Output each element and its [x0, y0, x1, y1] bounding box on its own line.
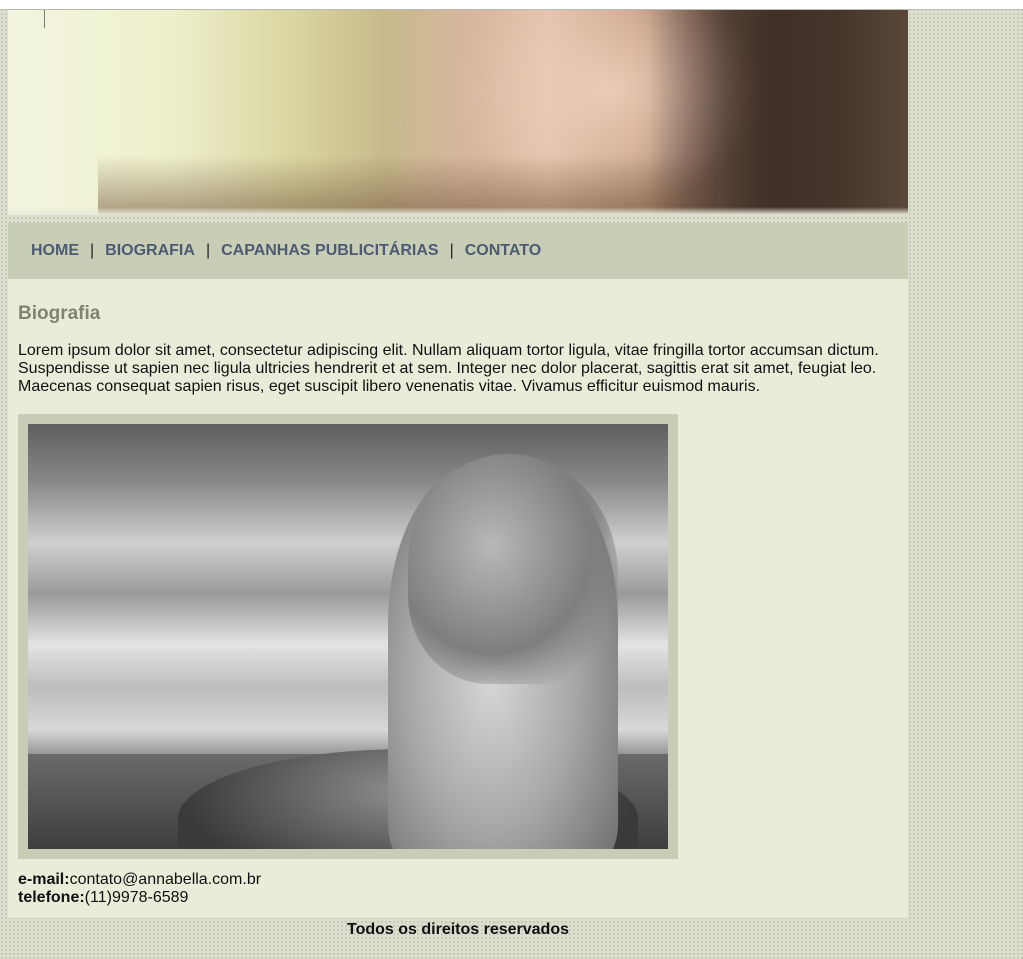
main-nav: HOME | BIOGRAFIA | CAPANHAS PUBLICITÁRIA…: [8, 223, 908, 279]
phone-label: telefone:: [18, 889, 85, 906]
banner-divider: [44, 10, 45, 28]
main-content: Biografia Lorem ipsum dolor sit amet, co…: [8, 279, 908, 918]
phone-value: (11)9978-6589: [84, 889, 189, 906]
email-value: contato@annabella.com.br: [69, 871, 262, 888]
contact-info: e-mail:contato@annabella.com.br telefone…: [18, 871, 898, 907]
top-border: [0, 0, 1023, 10]
page-container: HOME | BIOGRAFIA | CAPANHAS PUBLICITÁRIA…: [8, 10, 908, 918]
nav-campanhas-link[interactable]: CAPANHAS PUBLICITÁRIAS: [221, 242, 438, 260]
nav-separator: |: [205, 242, 211, 259]
photo-frame: [18, 414, 678, 859]
email-label: e-mail:: [18, 871, 70, 888]
nav-biografia-link[interactable]: BIOGRAFIA: [105, 242, 195, 260]
biography-paragraph: Lorem ipsum dolor sit amet, consectetur …: [18, 342, 879, 395]
nav-separator: |: [90, 242, 95, 259]
biography-photo: [28, 424, 668, 849]
footer-text: Todos os direitos reservados: [347, 921, 569, 938]
page-title: Biografia: [18, 303, 101, 324]
header-banner-image: [8, 10, 908, 215]
email-line: e-mail:contato@annabella.com.br: [18, 871, 898, 889]
phone-line: telefone:(11)9978-6589: [18, 889, 898, 907]
nav-home-link[interactable]: HOME: [31, 242, 79, 260]
nav-contato-link[interactable]: CONTATO: [465, 242, 541, 260]
nav-separator: |: [449, 242, 454, 259]
